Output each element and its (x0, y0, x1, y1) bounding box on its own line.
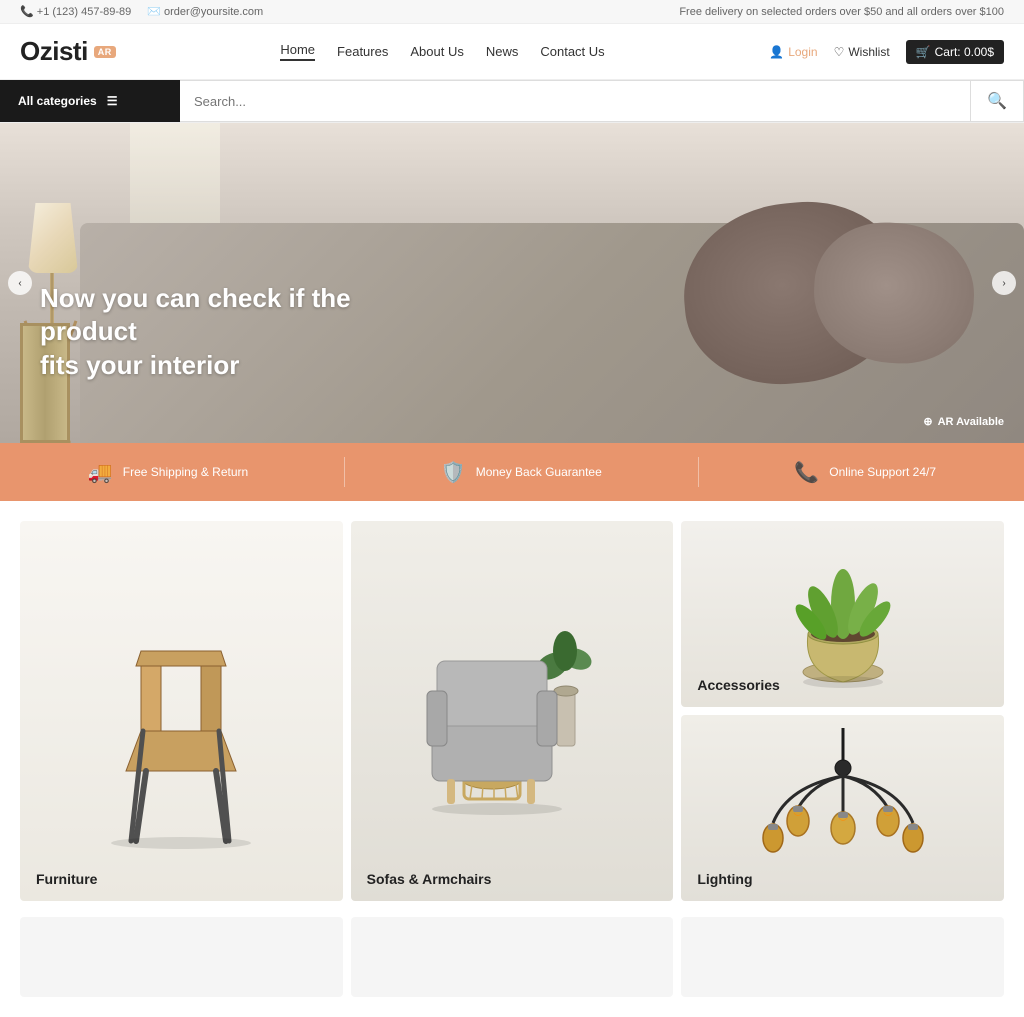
chevron-left-icon: ‹ (18, 278, 21, 289)
category-card-furniture[interactable]: Furniture (20, 521, 343, 901)
bottom-card-3[interactable] (681, 917, 1004, 997)
header-actions: 👤 Login ♡ Wishlist 🛒 Cart: 0.00$ (769, 40, 1004, 64)
feature-guarantee: 🛡️ Money Back Guarantee (441, 460, 602, 485)
category-dropdown[interactable]: All categories ☰ (0, 80, 180, 122)
cart-icon: 🛒 (916, 45, 931, 59)
accessories-label: Accessories (697, 677, 780, 693)
hero-headline: Now you can check if the product fits yo… (40, 282, 440, 383)
shipping-icon: 🚚 (88, 460, 113, 485)
feature-divider-2 (698, 457, 699, 487)
phone-icon: 📞 (20, 6, 34, 18)
lighting-label: Lighting (697, 871, 752, 887)
feature-divider-1 (344, 457, 345, 487)
cart-button[interactable]: 🛒 Cart: 0.00$ (906, 40, 1004, 64)
furniture-label: Furniture (36, 871, 97, 887)
logo-text: Ozisti (20, 36, 88, 67)
bottom-row (0, 909, 1024, 1017)
sofas-label: Sofas & Armchairs (367, 871, 492, 887)
hero-content: Now you can check if the product fits yo… (40, 282, 440, 383)
features-bar: 🚚 Free Shipping & Return 🛡️ Money Back G… (0, 443, 1024, 501)
login-icon: 👤 (769, 45, 784, 59)
furniture-chair-svg (81, 571, 281, 851)
nav-features[interactable]: Features (337, 44, 388, 59)
lamp-shade (28, 203, 78, 273)
feature-shipping: 🚚 Free Shipping & Return (88, 460, 248, 485)
email-icon: ✉️ (147, 6, 161, 18)
main-nav: Home Features About Us News Contact Us (280, 42, 604, 61)
nav-news[interactable]: News (486, 44, 519, 59)
bottom-card-1[interactable] (20, 917, 343, 997)
ar-icon: ⊕ (923, 415, 932, 428)
search-input[interactable] (180, 84, 970, 119)
search-field: 🔍 (180, 80, 1024, 122)
heart-icon: ♡ (834, 45, 845, 59)
wishlist-button[interactable]: ♡ Wishlist (834, 45, 890, 59)
promo-text: Free delivery on selected orders over $5… (679, 6, 1004, 18)
logo: Ozisti AR (20, 36, 116, 67)
search-button[interactable]: 🔍 (970, 81, 1023, 121)
sofa-svg (402, 561, 622, 861)
categories-grid: Furniture (20, 521, 1004, 909)
nav-about[interactable]: About Us (410, 44, 463, 59)
header: Ozisti AR Home Features About Us News Co… (0, 24, 1024, 80)
hamburger-icon: ☰ (107, 94, 118, 108)
ar-available-badge: ⊕ AR Available (923, 415, 1004, 428)
logo-ar-badge: AR (94, 46, 116, 58)
guarantee-icon: 🛡️ (441, 460, 466, 485)
lighting-svg (743, 728, 943, 888)
hero-banner: ‹ Now you can check if the product fits … (0, 123, 1024, 443)
category-label: All categories (18, 94, 97, 108)
chevron-right-icon: › (1002, 278, 1005, 289)
nav-contact[interactable]: Contact Us (540, 44, 604, 59)
categories-section: Furniture (0, 501, 1024, 909)
feature-support-label: Online Support 24/7 (829, 465, 936, 479)
category-card-accessories[interactable]: Accessories (681, 521, 1004, 707)
search-bar: All categories ☰ 🔍 (0, 80, 1024, 123)
accessories-svg (763, 534, 923, 694)
hero-prev-button[interactable]: ‹ (8, 271, 32, 295)
login-button[interactable]: 👤 Login (769, 45, 817, 59)
category-card-lighting[interactable]: Lighting (681, 715, 1004, 901)
email-address: ✉️ order@yoursite.com (147, 5, 263, 18)
phone-number: 📞 +1 (123) 457-89-89 (20, 5, 131, 18)
furniture-image (20, 521, 343, 901)
feature-shipping-label: Free Shipping & Return (123, 465, 248, 479)
feature-support: 📞 Online Support 24/7 (794, 460, 936, 485)
bottom-card-2[interactable] (351, 917, 674, 997)
search-icon: 🔍 (987, 93, 1007, 110)
feature-guarantee-label: Money Back Guarantee (476, 465, 602, 479)
hero-next-button[interactable]: › (992, 271, 1016, 295)
top-bar-left: 📞 +1 (123) 457-89-89 ✉️ order@yoursite.c… (20, 5, 263, 18)
category-card-sofas[interactable]: Sofas & Armchairs (351, 521, 674, 901)
sofas-image (351, 521, 674, 901)
top-bar: 📞 +1 (123) 457-89-89 ✉️ order@yoursite.c… (0, 0, 1024, 24)
support-icon: 📞 (794, 460, 819, 485)
nav-home[interactable]: Home (280, 42, 315, 61)
